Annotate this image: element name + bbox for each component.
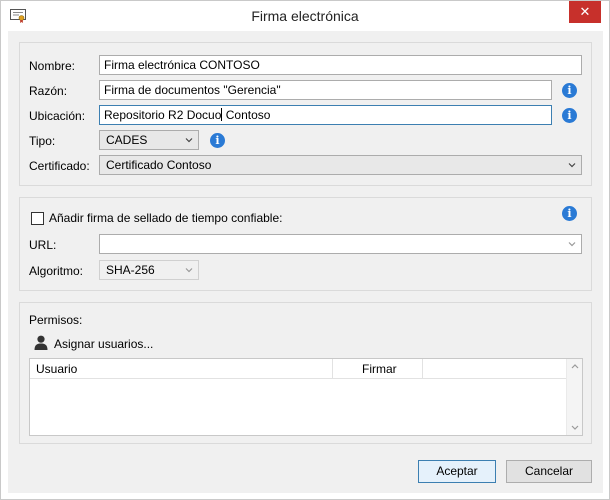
close-button[interactable]: ✕: [569, 1, 601, 23]
type-label: Tipo:: [29, 134, 56, 148]
reason-label: Razón:: [29, 84, 68, 98]
chevron-down-icon: [568, 163, 576, 168]
permissions-table: Usuario Firmar: [29, 358, 583, 436]
certificate-label: Certificado:: [29, 159, 90, 173]
algorithm-select[interactable]: SHA-256: [99, 260, 199, 280]
assign-users-link[interactable]: Asignar usuarios...: [54, 337, 153, 351]
timestamp-checkbox[interactable]: [31, 212, 44, 225]
dialog-body: Nombre: Firma electrónica CONTOSO Razón:…: [8, 31, 603, 493]
chevron-down-icon: [568, 242, 576, 247]
column-header-sign[interactable]: Firmar: [362, 362, 397, 376]
location-value-start: Repositorio R2 Docuo: [104, 108, 222, 122]
accept-button[interactable]: Aceptar: [418, 460, 496, 483]
chevron-down-icon: [185, 268, 193, 273]
location-label: Ubicación:: [29, 109, 86, 123]
type-select-value: CADES: [106, 133, 148, 147]
type-select[interactable]: CADES: [99, 130, 199, 150]
timestamp-checkbox-label[interactable]: Añadir firma de sellado de tiempo confia…: [49, 211, 282, 225]
column-header-user[interactable]: Usuario: [36, 362, 77, 376]
cancel-button[interactable]: Cancelar: [506, 460, 592, 483]
window-title: Firma electrónica: [251, 8, 359, 24]
column-divider[interactable]: [422, 359, 423, 379]
permissions-group: Permisos: Asignar usuarios... Usuario Fi…: [19, 302, 592, 444]
location-field[interactable]: Repositorio R2 Docuo Contoso: [99, 105, 552, 125]
location-value-end: Contoso: [222, 108, 271, 122]
title-bar[interactable]: Firma electrónica ✕: [1, 1, 609, 31]
name-label: Nombre:: [29, 59, 76, 73]
url-label: URL:: [29, 238, 57, 252]
reason-info-icon[interactable]: i: [562, 83, 577, 98]
algorithm-select-value: SHA-256: [106, 263, 155, 277]
vertical-scrollbar[interactable]: [566, 359, 582, 435]
url-select[interactable]: [99, 234, 582, 254]
scroll-up-icon[interactable]: [571, 363, 579, 369]
reason-field[interactable]: Firma de documentos "Gerencia": [99, 80, 552, 100]
certificate-select[interactable]: Certificado Contoso: [99, 155, 582, 175]
name-field[interactable]: Firma electrónica CONTOSO: [99, 55, 582, 75]
person-icon: [34, 335, 48, 350]
signature-dialog: Firma electrónica ✕ Nombre: Firma electr…: [0, 0, 610, 500]
type-info-icon[interactable]: i: [210, 133, 225, 148]
table-header: Usuario Firmar: [30, 359, 566, 379]
algorithm-label: Algoritmo:: [29, 264, 84, 278]
signature-details-group: Nombre: Firma electrónica CONTOSO Razón:…: [19, 42, 592, 186]
certificate-select-value: Certificado Contoso: [106, 158, 212, 172]
timestamp-group: Añadir firma de sellado de tiempo confia…: [19, 197, 592, 291]
location-info-icon[interactable]: i: [562, 108, 577, 123]
scroll-down-icon[interactable]: [571, 425, 579, 431]
column-divider[interactable]: [332, 359, 333, 379]
chevron-down-icon: [185, 138, 193, 143]
timestamp-info-icon[interactable]: i: [562, 206, 577, 221]
permissions-title: Permisos:: [29, 313, 83, 327]
